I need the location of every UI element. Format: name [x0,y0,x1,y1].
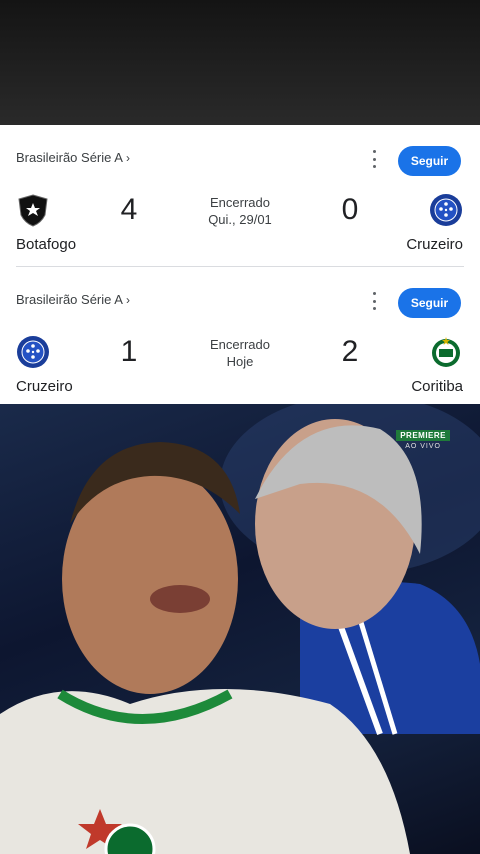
away-score: 2 [341,335,359,368]
more-options-icon[interactable] [367,292,381,310]
more-options-icon[interactable] [367,150,381,168]
match-date: Qui., 29/01 [208,212,272,227]
top-dark-band [0,0,480,125]
league-link[interactable]: Brasileirão Série A › [16,292,130,307]
match-date: Hoje [226,354,254,369]
away-team-name[interactable]: Coritiba [411,378,463,395]
scores-panel: Brasileirão Série A › Seguir 4 Encerrado … [0,125,480,404]
match-card-2[interactable]: Brasileirão Série A › Seguir 1 Encerrado … [0,267,480,407]
away-team-name[interactable]: Cruzeiro [406,236,463,253]
match-status: Encerrado [210,337,270,352]
broadcast-brand: PREMIERE [396,430,450,441]
home-score: 1 [120,335,138,368]
cruzeiro-crest-icon [430,194,462,226]
league-name: Brasileirão Série A [16,150,123,165]
cruzeiro-crest-icon [17,336,49,368]
chevron-right-icon: › [125,151,130,165]
home-team-name[interactable]: Botafogo [16,236,76,253]
broadcast-logo: PREMIERE AO VIVO [396,430,450,450]
chevron-right-icon: › [125,293,130,307]
match-status: Encerrado [210,195,270,210]
match-card-1[interactable]: Brasileirão Série A › Seguir 4 Encerrado … [0,125,480,265]
video-frame: PREMIERE AO VIVO [0,404,480,854]
players-photo [0,404,480,854]
follow-button[interactable]: Seguir [398,288,461,318]
coritiba-crest-icon [432,337,460,367]
follow-button[interactable]: Seguir [398,146,461,176]
home-score: 4 [120,193,138,226]
live-indicator: AO VIVO [405,443,441,450]
home-team-name[interactable]: Cruzeiro [16,378,73,395]
league-name: Brasileirão Série A [16,292,123,307]
league-link[interactable]: Brasileirão Série A › [16,150,130,165]
botafogo-crest-icon [18,194,48,227]
away-score: 0 [341,193,359,226]
